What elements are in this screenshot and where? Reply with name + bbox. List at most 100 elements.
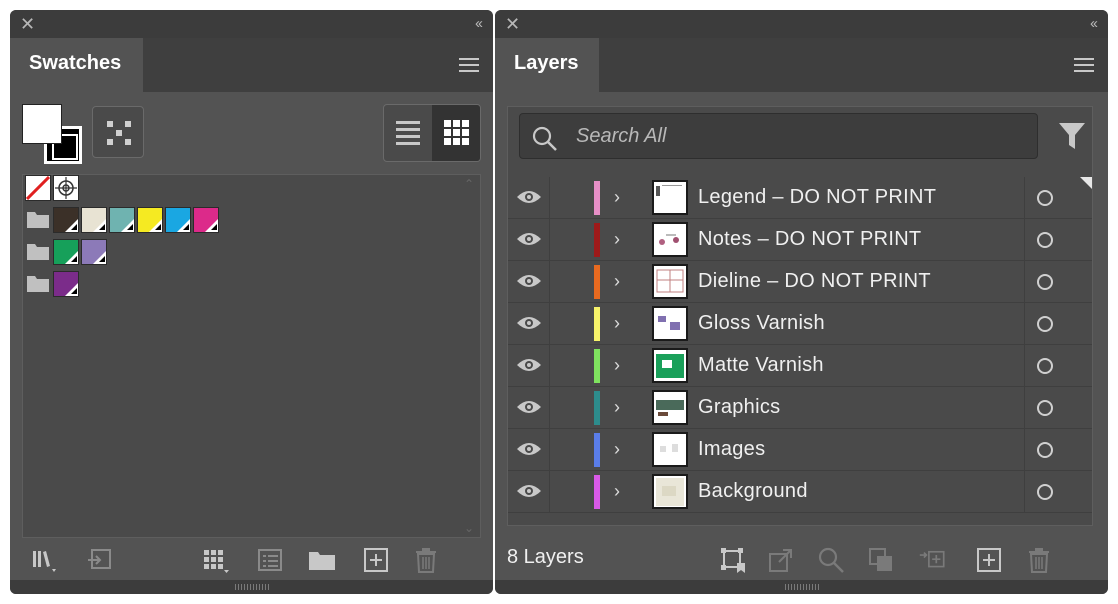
layers-titlebar[interactable]: ✕ ‹‹ [495, 10, 1108, 38]
chevron-right-icon[interactable]: › [614, 395, 620, 419]
target-circle-icon[interactable] [1037, 232, 1053, 248]
lock-toggle[interactable] [550, 345, 594, 386]
swatches-titlebar[interactable]: ✕ ‹‹ [10, 10, 493, 38]
target-circle-icon[interactable] [1037, 442, 1053, 458]
target-cell[interactable] [1024, 387, 1092, 428]
target-cell[interactable] [1024, 429, 1092, 470]
swatch-none[interactable] [25, 175, 51, 201]
close-icon[interactable]: ✕ [20, 14, 35, 34]
panel-menu-icon[interactable] [459, 58, 479, 72]
layer-name[interactable]: Legend – DO NOT PRINT [698, 186, 936, 209]
target-cell[interactable] [1024, 303, 1092, 344]
panel-resize-bar[interactable] [10, 580, 493, 594]
target-cell[interactable] [1024, 471, 1092, 512]
visibility-toggle[interactable] [508, 387, 550, 428]
visibility-toggle[interactable] [508, 303, 550, 344]
lock-toggle[interactable] [550, 429, 594, 470]
visibility-toggle[interactable] [508, 429, 550, 470]
swatch-libraries-icon[interactable] [30, 546, 58, 574]
collapse-panels-icon[interactable]: ‹‹ [475, 15, 483, 33]
layer-row[interactable]: › Matte Varnish [508, 345, 1092, 387]
swatch-spot-color[interactable] [137, 207, 163, 233]
thumbnail-view-button[interactable] [432, 105, 480, 161]
resize-grip[interactable] [234, 584, 269, 590]
layer-row[interactable]: › Dieline – DO NOT PRINT [508, 261, 1092, 303]
layer-row[interactable]: › Background [508, 471, 1092, 513]
scroll-down-icon[interactable]: ⌄ [464, 521, 474, 535]
lock-toggle[interactable] [550, 387, 594, 428]
search-box[interactable] [519, 113, 1038, 159]
show-swatch-kinds-button[interactable] [92, 106, 144, 158]
color-group-folder-icon[interactable] [27, 212, 49, 228]
swatch-spot-color[interactable] [165, 207, 191, 233]
layer-row[interactable]: › Images [508, 429, 1092, 471]
show-swatch-kinds-menu-icon[interactable] [202, 546, 230, 574]
layer-name[interactable]: Background [698, 480, 808, 503]
layer-name[interactable]: Graphics [698, 396, 780, 419]
chevron-right-icon[interactable]: › [614, 353, 620, 377]
visibility-toggle[interactable] [508, 261, 550, 302]
swatch-registration[interactable] [53, 175, 79, 201]
visibility-toggle[interactable] [508, 345, 550, 386]
search-input[interactable] [576, 122, 996, 150]
lock-toggle[interactable] [550, 471, 594, 512]
layer-name[interactable]: Matte Varnish [698, 354, 824, 377]
layer-name[interactable]: Notes – DO NOT PRINT [698, 228, 921, 251]
chevron-right-icon[interactable]: › [614, 479, 620, 503]
panel-resize-bar[interactable] [495, 580, 1108, 594]
scroll-up-icon[interactable]: ⌃ [464, 177, 474, 191]
swatch-spot-color[interactable] [53, 207, 79, 233]
fill-stroke-widget[interactable] [22, 104, 84, 166]
layer-name[interactable]: Images [698, 438, 765, 461]
target-circle-icon[interactable] [1037, 484, 1053, 500]
lock-toggle[interactable] [550, 177, 594, 218]
target-circle-icon[interactable] [1037, 274, 1053, 290]
layer-name[interactable]: Dieline – DO NOT PRINT [698, 270, 931, 293]
target-circle-icon[interactable] [1037, 358, 1053, 374]
swatch-spot-color[interactable] [53, 271, 79, 297]
swatch-options-icon[interactable] [256, 546, 284, 574]
delete-swatch-icon[interactable] [412, 546, 440, 574]
create-sublayer-icon[interactable] [919, 546, 947, 574]
chevron-right-icon[interactable]: › [614, 311, 620, 335]
target-circle-icon[interactable] [1037, 316, 1053, 332]
target-circle-icon[interactable] [1037, 400, 1053, 416]
visibility-toggle[interactable] [508, 219, 550, 260]
new-color-group-icon[interactable] [308, 546, 336, 574]
tab-swatches[interactable]: Swatches [10, 38, 143, 92]
panel-menu-icon[interactable] [1074, 58, 1094, 72]
target-cell[interactable] [1024, 177, 1092, 218]
swatch-spot-color[interactable] [193, 207, 219, 233]
layer-row[interactable]: › Legend – DO NOT PRINT [508, 177, 1092, 219]
export-icon[interactable] [767, 546, 795, 574]
create-new-layer-icon[interactable] [975, 546, 1003, 574]
fill-swatch[interactable] [22, 104, 62, 144]
layer-row[interactable]: › Graphics [508, 387, 1092, 429]
target-circle-icon[interactable] [1037, 190, 1053, 206]
chevron-right-icon[interactable]: › [614, 227, 620, 251]
swatch-spot-color[interactable] [81, 207, 107, 233]
layer-row[interactable]: › Notes – DO NOT PRINT [508, 219, 1092, 261]
swatch-spot-color[interactable] [81, 239, 107, 265]
place-swatches-icon[interactable] [86, 546, 114, 574]
target-cell[interactable] [1024, 261, 1092, 302]
layer-row[interactable]: › Gloss Varnish [508, 303, 1092, 345]
lock-toggle[interactable] [550, 219, 594, 260]
chevron-right-icon[interactable]: › [614, 269, 620, 293]
chevron-right-icon[interactable]: › [614, 185, 620, 209]
close-icon[interactable]: ✕ [505, 14, 520, 34]
new-swatch-icon[interactable] [362, 546, 390, 574]
swatch-spot-color[interactable] [109, 207, 135, 233]
filter-icon[interactable] [1058, 121, 1086, 151]
collect-for-export-icon[interactable] [719, 546, 747, 574]
collapse-panels-icon[interactable]: ‹‹ [1090, 15, 1098, 33]
delete-layer-icon[interactable] [1025, 546, 1053, 574]
chevron-right-icon[interactable]: › [614, 437, 620, 461]
target-cell[interactable] [1024, 345, 1092, 386]
locate-object-icon[interactable] [817, 546, 845, 574]
layer-name[interactable]: Gloss Varnish [698, 312, 825, 335]
visibility-toggle[interactable] [508, 471, 550, 512]
lock-toggle[interactable] [550, 261, 594, 302]
target-cell[interactable] [1024, 219, 1092, 260]
list-view-button[interactable] [384, 105, 432, 161]
